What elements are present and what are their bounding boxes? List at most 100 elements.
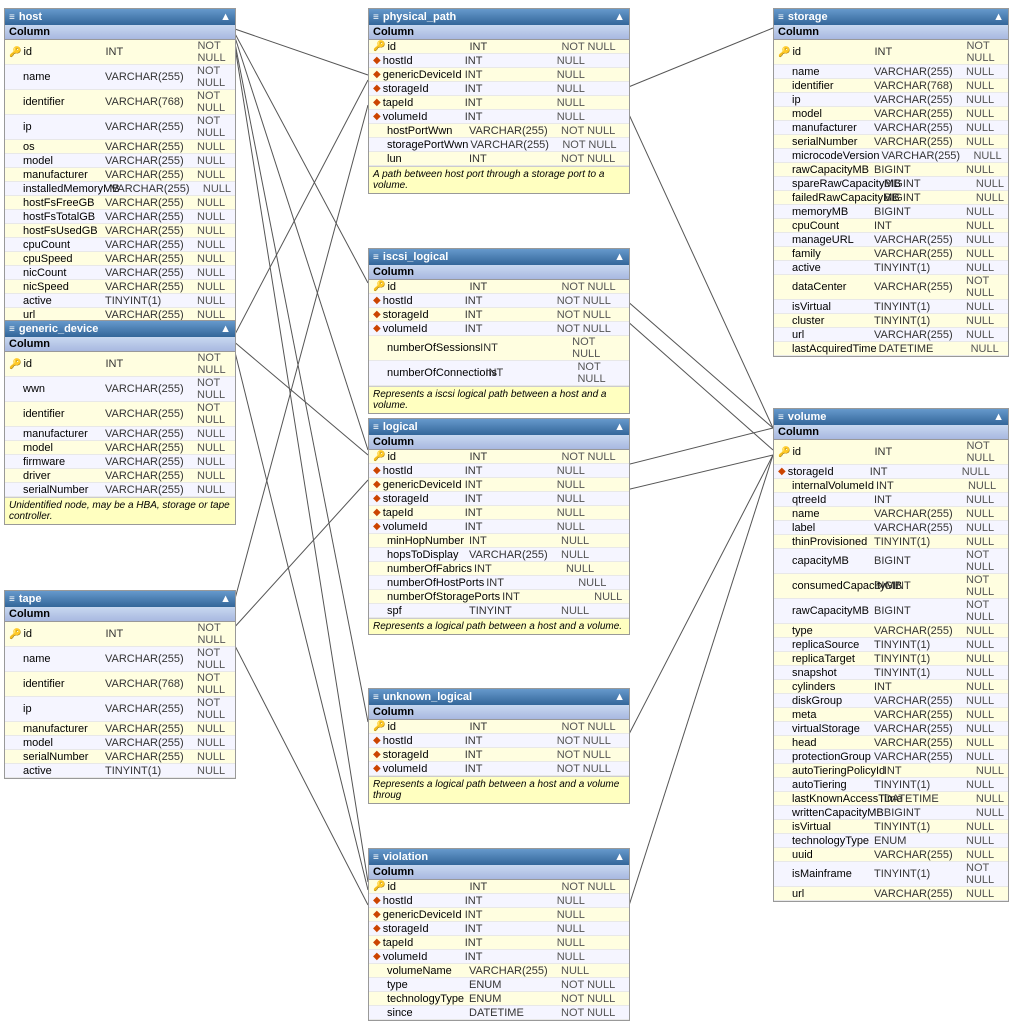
table-row: isVirtual TINYINT(1) NULL bbox=[774, 300, 1008, 314]
table-row: name VARCHAR(255) NULL bbox=[774, 65, 1008, 79]
table-row: lastAcquiredTime DATETIME NULL bbox=[774, 342, 1008, 356]
table-row: 🔑 id INT NOT NULL bbox=[5, 352, 235, 377]
volume-header[interactable]: ≡ volume ▲ bbox=[774, 409, 1008, 425]
table-row: qtreeId INT NULL bbox=[774, 493, 1008, 507]
storage-table-title: storage bbox=[788, 11, 828, 23]
physical-path-table: ≡ physical_path ▲ Column 🔑 id INT NOT NU… bbox=[368, 8, 630, 194]
table-row: ◆ tapeId INT NULL bbox=[369, 506, 629, 520]
table-row: numberOfStoragePorts INT NULL bbox=[369, 590, 629, 604]
table-row: hostPortWwn VARCHAR(255) NOT NULL bbox=[369, 124, 629, 138]
physical-path-col-header: Column bbox=[369, 25, 629, 40]
logical-col-header: Column bbox=[369, 435, 629, 450]
table-row: type VARCHAR(255) NULL bbox=[774, 624, 1008, 638]
table-row: uuid VARCHAR(255) NULL bbox=[774, 848, 1008, 862]
table-row: cpuCount INT NULL bbox=[774, 219, 1008, 233]
table-row: since DATETIME NOT NULL bbox=[369, 1006, 629, 1020]
table-row: autoTieringPolicyId INT NULL bbox=[774, 764, 1008, 778]
table-row: ◆ storageId INT NOT NULL bbox=[369, 748, 629, 762]
table-row: active TINYINT(1) NULL bbox=[5, 294, 235, 308]
table-row: installedMemoryMB VARCHAR(255) NULL bbox=[5, 182, 235, 196]
table-row: ◆ genericDeviceId INT NULL bbox=[369, 478, 629, 492]
violation-header[interactable]: ≡ violation ▲ bbox=[369, 849, 629, 865]
table-row: 🔑 id INT NOT NULL bbox=[5, 40, 235, 65]
iscsi-logical-table: ≡ iscsi_logical ▲ Column 🔑 id INT NOT NU… bbox=[368, 248, 630, 414]
table-row: os VARCHAR(255) NULL bbox=[5, 140, 235, 154]
table-row: memoryMB BIGINT NULL bbox=[774, 205, 1008, 219]
table-row: model VARCHAR(255) NULL bbox=[5, 441, 235, 455]
table-row: serialNumber VARCHAR(255) NULL bbox=[5, 483, 235, 497]
table-row: manageURL VARCHAR(255) NULL bbox=[774, 233, 1008, 247]
table-row: identifier VARCHAR(768) NOT NULL bbox=[5, 90, 235, 115]
tape-header[interactable]: ≡ tape ▲ bbox=[5, 591, 235, 607]
table-row: cpuCount VARCHAR(255) NULL bbox=[5, 238, 235, 252]
iscsi-logical-title: iscsi_logical bbox=[383, 251, 448, 263]
table-row: technologyType ENUM NULL bbox=[774, 834, 1008, 848]
table-row: name VARCHAR(255) NULL bbox=[774, 507, 1008, 521]
table-row: ◆ tapeId INT NULL bbox=[369, 936, 629, 950]
table-row: minHopNumber INT NULL bbox=[369, 534, 629, 548]
host-scroll-up[interactable]: ▲ bbox=[220, 11, 231, 23]
table-row: model VARCHAR(255) NULL bbox=[774, 107, 1008, 121]
violation-table: ≡ violation ▲ Column 🔑 id INT NOT NULL ◆… bbox=[368, 848, 630, 1021]
table-row: cylinders INT NULL bbox=[774, 680, 1008, 694]
table-row: name VARCHAR(255) NOT NULL bbox=[5, 65, 235, 90]
table-row: name VARCHAR(255) NOT NULL bbox=[5, 647, 235, 672]
table-row: ◆ volumeId INT NULL bbox=[369, 110, 629, 124]
table-row: hostFsFreeGB VARCHAR(255) NULL bbox=[5, 196, 235, 210]
table-row: manufacturer VARCHAR(255) NULL bbox=[5, 722, 235, 736]
diagram-canvas: ≡ host ▲ Column 🔑 id INT NOT NULL name V… bbox=[0, 0, 1011, 1034]
table-row: ◆ volumeId INT NOT NULL bbox=[369, 762, 629, 776]
generic-device-col-header: Column bbox=[5, 337, 235, 352]
table-row: ◆ hostId INT NULL bbox=[369, 464, 629, 478]
table-row: lastKnownAccessTime DATETIME NULL bbox=[774, 792, 1008, 806]
storage-col-header: Column bbox=[774, 25, 1008, 40]
table-row: ◆ volumeId INT NOT NULL bbox=[369, 322, 629, 336]
unknown-logical-table: ≡ unknown_logical ▲ Column 🔑 id INT NOT … bbox=[368, 688, 630, 804]
table-row: 🔑 id INT NOT NULL bbox=[369, 450, 629, 464]
table-row: type ENUM NOT NULL bbox=[369, 978, 629, 992]
storage-table: ≡ storage ▲ Column 🔑 id INT NOT NULL nam… bbox=[773, 8, 1009, 357]
violation-title: violation bbox=[383, 851, 428, 863]
generic-device-title: generic_device bbox=[19, 323, 99, 335]
unknown-logical-header[interactable]: ≡ unknown_logical ▲ bbox=[369, 689, 629, 705]
table-row: url VARCHAR(255) NULL bbox=[774, 328, 1008, 342]
storage-table-header[interactable]: ≡ storage ▲ bbox=[774, 9, 1008, 25]
table-row: ◆ hostId INT NULL bbox=[369, 54, 629, 68]
pk-icon: 🔑 bbox=[9, 47, 21, 58]
table-row: capacityMB BIGINT NOT NULL bbox=[774, 549, 1008, 574]
table-row: hopsToDisplay VARCHAR(255) NULL bbox=[369, 548, 629, 562]
table-row: active TINYINT(1) NULL bbox=[774, 261, 1008, 275]
table-row: volumeName VARCHAR(255) NULL bbox=[369, 964, 629, 978]
table-row: driver VARCHAR(255) NULL bbox=[5, 469, 235, 483]
unknown-logical-note: Represents a logical path between a host… bbox=[369, 776, 629, 803]
table-row: meta VARCHAR(255) NULL bbox=[774, 708, 1008, 722]
table-row: identifier VARCHAR(768) NOT NULL bbox=[5, 672, 235, 697]
volume-table: ≡ volume ▲ Column 🔑 id INT NOT NULL ◆ st… bbox=[773, 408, 1009, 902]
table-row: url VARCHAR(255) NULL bbox=[774, 887, 1008, 901]
table-row: dataCenter VARCHAR(255) NOT NULL bbox=[774, 275, 1008, 300]
table-row: cluster TINYINT(1) NULL bbox=[774, 314, 1008, 328]
table-row: family VARCHAR(255) NULL bbox=[774, 247, 1008, 261]
physical-path-table-header[interactable]: ≡ physical_path ▲ bbox=[369, 9, 629, 25]
table-row: manufacturer VARCHAR(255) NULL bbox=[5, 168, 235, 182]
logical-header[interactable]: ≡ logical ▲ bbox=[369, 419, 629, 435]
iscsi-logical-header[interactable]: ≡ iscsi_logical ▲ bbox=[369, 249, 629, 265]
table-row: wwn VARCHAR(255) NOT NULL bbox=[5, 377, 235, 402]
table-row: replicaSource TINYINT(1) NULL bbox=[774, 638, 1008, 652]
generic-device-header[interactable]: ≡ generic_device ▲ bbox=[5, 321, 235, 337]
table-row: 🔑 id INT NOT NULL bbox=[774, 40, 1008, 65]
table-row: autoTiering TINYINT(1) NULL bbox=[774, 778, 1008, 792]
violation-col-header: Column bbox=[369, 865, 629, 880]
generic-device-note: Unidentified node, may be a HBA, storage… bbox=[5, 497, 235, 524]
table-row: identifier VARCHAR(768) NULL bbox=[774, 79, 1008, 93]
host-table-header[interactable]: ≡ host ▲ bbox=[5, 9, 235, 25]
table-row: snapshot TINYINT(1) NULL bbox=[774, 666, 1008, 680]
tape-table: ≡ tape ▲ Column 🔑 id INT NOT NULL name V… bbox=[4, 590, 236, 779]
table-row: manufacturer VARCHAR(255) NULL bbox=[5, 427, 235, 441]
table-row: serialNumber VARCHAR(255) NULL bbox=[774, 135, 1008, 149]
table-row: ◆ volumeId INT NULL bbox=[369, 520, 629, 534]
table-row: ◆ genericDeviceId INT NULL bbox=[369, 68, 629, 82]
logical-note: Represents a logical path between a host… bbox=[369, 618, 629, 634]
table-row: rawCapacityMB BIGINT NOT NULL bbox=[774, 599, 1008, 624]
table-row: thinProvisioned TINYINT(1) NULL bbox=[774, 535, 1008, 549]
